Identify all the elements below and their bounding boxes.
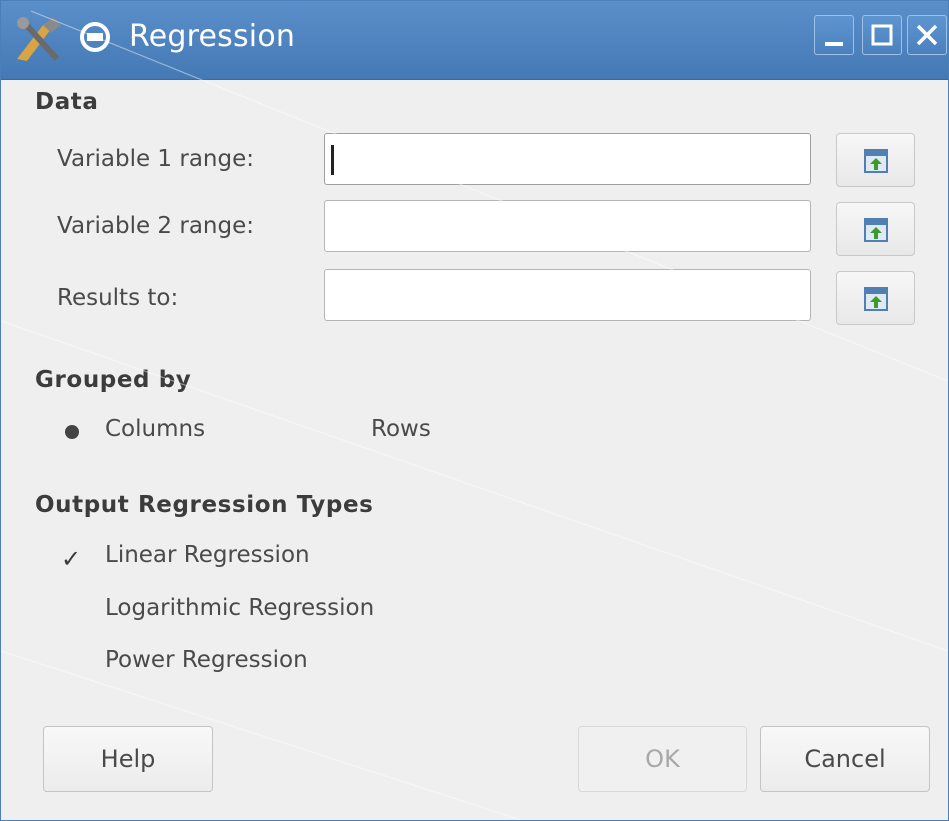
close-button[interactable] bbox=[907, 15, 947, 55]
rows-radio[interactable]: Rows bbox=[371, 416, 431, 442]
variable1-select-button[interactable] bbox=[836, 133, 915, 187]
variable1-label: Variable 1 range: bbox=[57, 146, 255, 172]
cancel-button[interactable]: Cancel bbox=[760, 726, 930, 792]
title-bar[interactable]: Regression bbox=[1, 1, 948, 80]
variable2-select-button[interactable] bbox=[836, 202, 915, 256]
select-range-icon bbox=[864, 287, 888, 311]
variable2-label: Variable 2 range: bbox=[57, 213, 255, 239]
checkmark-icon[interactable]: ✓ bbox=[61, 545, 81, 573]
regression-dialog: Regression Data Variable 1 range: Variab… bbox=[0, 0, 949, 821]
screen-glare-overlay bbox=[1, 10, 948, 820]
results-to-input[interactable] bbox=[324, 269, 811, 321]
columns-radio-selected-icon[interactable] bbox=[65, 425, 79, 439]
ok-button[interactable]: OK bbox=[578, 726, 747, 792]
variable1-range-input[interactable] bbox=[324, 133, 811, 185]
variable2-range-input[interactable] bbox=[324, 200, 811, 252]
window-title: Regression bbox=[129, 19, 296, 54]
logarithmic-regression-checkbox[interactable]: Logarithmic Regression bbox=[105, 595, 374, 621]
select-range-icon bbox=[864, 218, 888, 242]
results-label: Results to: bbox=[57, 285, 179, 311]
linear-regression-checkbox[interactable]: Linear Regression bbox=[105, 542, 310, 568]
maximize-icon bbox=[871, 24, 893, 46]
maximize-button[interactable] bbox=[862, 15, 902, 55]
power-regression-checkbox[interactable]: Power Regression bbox=[105, 647, 308, 673]
grouped-by-title: Grouped by bbox=[35, 367, 192, 393]
help-button[interactable]: Help bbox=[43, 726, 213, 792]
data-section-title: Data bbox=[35, 89, 99, 115]
text-caret bbox=[331, 145, 334, 175]
minimize-button[interactable] bbox=[814, 15, 854, 55]
close-icon bbox=[916, 24, 938, 46]
select-range-icon bbox=[864, 149, 888, 173]
minimize-icon bbox=[825, 42, 843, 46]
tools-icon[interactable] bbox=[13, 15, 65, 63]
columns-radio[interactable]: Columns bbox=[105, 416, 205, 442]
output-types-title: Output Regression Types bbox=[35, 492, 374, 518]
window-menu-icon[interactable] bbox=[77, 19, 113, 55]
results-select-button[interactable] bbox=[836, 271, 915, 325]
